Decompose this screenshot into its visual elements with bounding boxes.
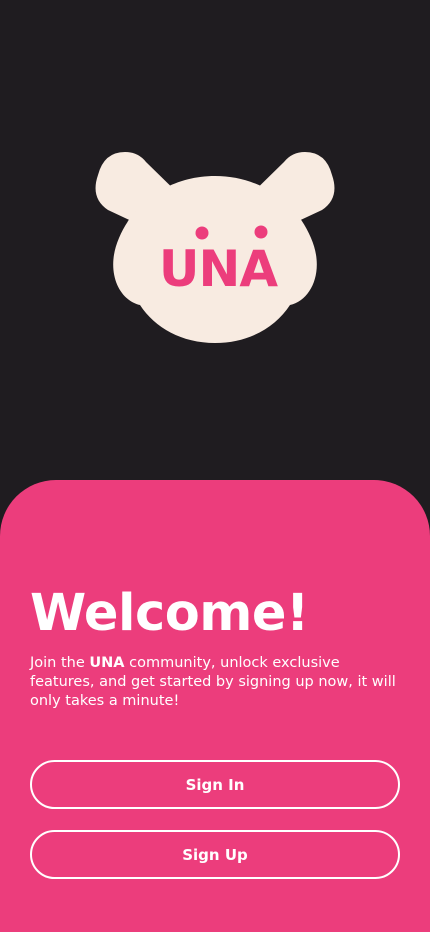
welcome-description: Join the UNA community, unlock exclusive… [30, 654, 402, 711]
welcome-text-prefix: Join the [30, 655, 90, 671]
welcome-sheet: Welcome! Join the UNA community, unlock … [0, 480, 430, 932]
bear-logo-icon: UNA [95, 152, 335, 343]
welcome-screen: UNA Welcome! Join the UNA community, unl… [0, 0, 430, 932]
sign-up-button[interactable]: Sign Up [30, 830, 400, 879]
sign-in-button[interactable]: Sign In [30, 760, 400, 809]
una-logo: UNA [90, 150, 340, 345]
logo-text: UNA [159, 240, 278, 298]
welcome-title: Welcome! [30, 584, 309, 643]
welcome-brand: UNA [89, 655, 125, 671]
